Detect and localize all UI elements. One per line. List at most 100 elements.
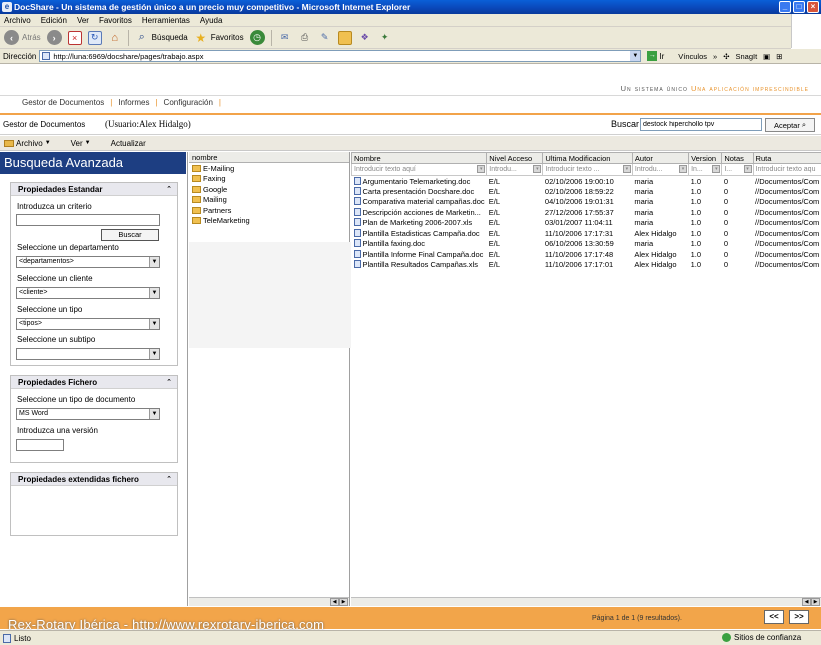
collapse-icon[interactable]: ⌃	[166, 183, 172, 196]
buscar-button[interactable]: Buscar	[101, 229, 159, 241]
table-row[interactable]: Plantilla Informe Final Campaña.doc E/L 11…	[352, 249, 821, 260]
folder-horizontal-scrollbar[interactable]: ◀ ▶	[189, 597, 349, 606]
menu-ver[interactable]: Ver	[77, 16, 89, 25]
filter-ultima-modificacion[interactable]: Introducir texto ... ▾	[542, 163, 633, 176]
filter-icon[interactable]: ▾	[622, 165, 631, 173]
mail-icon[interactable]: ✉	[278, 31, 292, 45]
research-icon[interactable]: ✦	[378, 31, 392, 45]
filter-notas[interactable]: I... ▾	[721, 163, 754, 176]
search-button[interactable]: ⌕ Búsqueda	[135, 31, 188, 45]
folder-item[interactable]: Partners	[189, 205, 349, 216]
scroll-left-icon[interactable]: ◀	[802, 598, 811, 606]
table-row[interactable]: Plan de Marketing 2006-2007.xls E/L 03/01/…	[352, 218, 821, 229]
go-button[interactable]: → Ir	[647, 51, 664, 61]
filter-icon[interactable]: ▾	[477, 165, 486, 173]
actualizar-button[interactable]: Actualizar	[111, 139, 146, 148]
col-ruta[interactable]: Ruta	[752, 152, 821, 164]
collapse-icon[interactable]: ⌃	[166, 473, 172, 486]
accept-button[interactable]: Aceptar ⌕	[765, 118, 815, 132]
folder-item[interactable]: TeleMarketing	[189, 216, 349, 227]
folder-item[interactable]: Mailing	[189, 195, 349, 206]
refresh-icon[interactable]: ↻	[87, 30, 102, 45]
col-nombre[interactable]: Nombre	[351, 152, 488, 164]
folder-item[interactable]: Faxing	[189, 174, 349, 185]
maximize-button[interactable]: □	[793, 1, 805, 13]
file-horizontal-scrollbar[interactable]: ◀ ▶	[351, 597, 821, 606]
table-cell: //Documentos/Com	[755, 228, 820, 238]
folder-icon[interactable]	[337, 30, 352, 45]
table-row[interactable]: Carta presentación Docshare.doc E/L 02/10/…	[352, 186, 821, 197]
chevron-icon[interactable]: »	[713, 52, 717, 61]
filter-icon[interactable]: ▾	[533, 165, 542, 173]
nav-informes[interactable]: Informes	[118, 98, 149, 107]
table-row[interactable]: Argumentario Telemarketing.doc E/L 02/10/2…	[352, 176, 821, 187]
filter-autor[interactable]: Introdu... ▾	[631, 163, 690, 176]
col-autor[interactable]: Autor	[631, 152, 690, 164]
snagit-window-icon[interactable]: ⊞	[776, 52, 782, 61]
menu-edicion[interactable]: Edición	[41, 16, 67, 25]
collapse-icon[interactable]: ⌃	[166, 376, 172, 389]
version-input[interactable]	[16, 439, 64, 451]
type-select[interactable]: <tipos> ▼	[16, 318, 160, 330]
ver-menu[interactable]: Ver ▼	[71, 139, 91, 148]
department-select[interactable]: <departamentos> ▼	[16, 256, 160, 268]
minimize-button[interactable]: _	[779, 1, 791, 13]
prev-page-button[interactable]: <<	[764, 610, 784, 624]
address-input[interactable]: http://luna:6969/docshare/pages/trabajo.…	[39, 50, 642, 62]
folder-item[interactable]: Google	[189, 184, 349, 195]
table-row[interactable]: Plantilla Estadisticas Campaña.doc E/L 11/…	[352, 228, 821, 239]
archivo-menu[interactable]: Archivo ▼	[4, 139, 51, 148]
scroll-right-icon[interactable]: ▶	[339, 598, 348, 606]
snagit-capture-icon[interactable]: ▣	[763, 52, 770, 61]
scroll-left-icon[interactable]: ◀	[330, 598, 339, 606]
standard-properties-header[interactable]: Propiedades Estandar ⌃	[11, 183, 177, 196]
close-button[interactable]: ×	[807, 1, 819, 13]
table-row[interactable]: Plantilla Resultados Campañas.xls E/L 11/1…	[352, 260, 821, 271]
file-properties-header[interactable]: Propiedades Fichero ⌃	[11, 376, 177, 389]
filter-nombre[interactable]: Introducir texto aquí ▾	[351, 163, 488, 176]
table-cell: 06/10/2006 13:30:59	[544, 239, 614, 249]
search-input[interactable]	[640, 118, 762, 131]
extended-properties-header[interactable]: Propiedades extendidas fichero ⌃	[11, 473, 177, 486]
folder-column-header[interactable]: nombre	[189, 152, 349, 163]
menu-favoritos[interactable]: Favoritos	[99, 16, 132, 25]
history-icon[interactable]: ◷	[249, 30, 265, 45]
client-select[interactable]: <cliente> ▼	[16, 287, 160, 299]
filter-icon[interactable]: ▾	[679, 165, 688, 173]
subtype-select[interactable]: ▼	[16, 348, 160, 360]
home-icon[interactable]: ⌂	[108, 31, 122, 45]
favorites-button[interactable]: ★ Favoritos	[194, 31, 243, 45]
table-row[interactable]: Plantilla faxing.doc E/L 06/10/2006 13:30:…	[352, 239, 821, 250]
table-row[interactable]: Descripción acciones de Marketin... E/L 27…	[352, 207, 821, 218]
scroll-right-icon[interactable]: ▶	[811, 598, 820, 606]
forward-button[interactable]: ›	[46, 30, 62, 45]
filter-icon[interactable]: ▾	[743, 165, 752, 173]
back-button[interactable]: ‹ Atrás	[4, 30, 41, 45]
filter-nivel-acceso[interactable]: Introdu... ▾	[486, 163, 544, 176]
col-ultima-modificacion[interactable]: Ultima Modificacion	[542, 152, 633, 164]
folder-item[interactable]: E-Mailing	[189, 163, 349, 174]
print-icon[interactable]: ⎙	[298, 31, 312, 45]
links-button[interactable]: Vínculos	[678, 52, 707, 61]
col-nivel-acceso[interactable]: Nivel Acceso	[486, 152, 544, 164]
menu-archivo[interactable]: Archivo	[4, 16, 31, 25]
col-version[interactable]: Version	[688, 152, 723, 164]
menu-ayuda[interactable]: Ayuda	[200, 16, 223, 25]
nav-configuracion[interactable]: Configuración	[164, 98, 213, 107]
snagit-button[interactable]: SnagIt	[735, 52, 757, 61]
doctype-select[interactable]: MS Word ▼	[16, 408, 160, 420]
col-notas[interactable]: Notas	[721, 152, 754, 164]
criterio-input[interactable]	[16, 214, 160, 226]
filter-icon[interactable]: ▾	[712, 165, 721, 173]
filter-ruta[interactable]: Introducir texto aqu	[752, 163, 821, 176]
stop-icon[interactable]: ×	[67, 30, 82, 45]
table-row[interactable]: Comparativa material campañas.doc E/L 04/1…	[352, 197, 821, 208]
messenger-icon[interactable]: ❖	[358, 31, 372, 45]
filter-version[interactable]: In... ▾	[688, 163, 723, 176]
next-page-button[interactable]: >>	[789, 610, 809, 624]
toolbar-options-icon[interactable]: ✣	[723, 52, 729, 61]
menu-herramientas[interactable]: Herramientas	[142, 16, 190, 25]
address-dropdown-icon[interactable]: ▼	[630, 51, 641, 61]
edit-icon[interactable]: ✎	[318, 31, 332, 45]
nav-gestor-documentos[interactable]: Gestor de Documentos	[22, 98, 104, 107]
